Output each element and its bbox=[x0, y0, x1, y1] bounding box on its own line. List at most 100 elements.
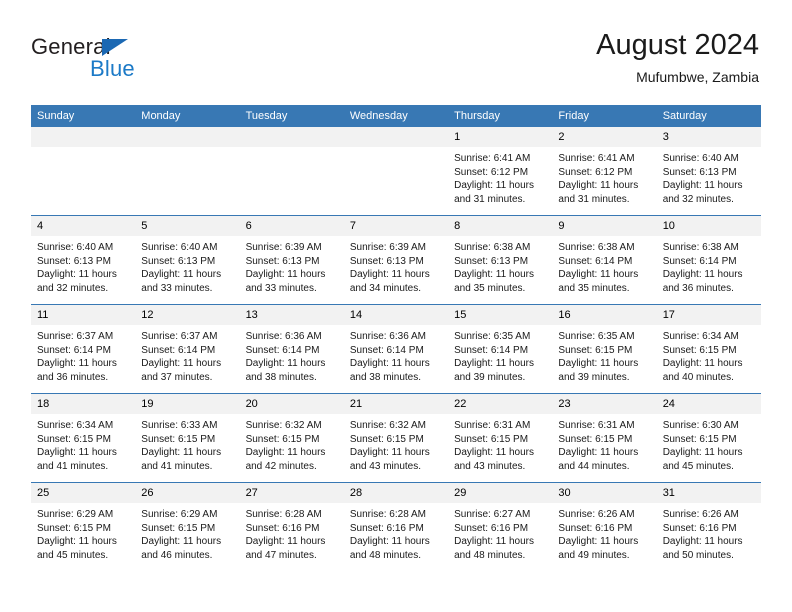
daylight-text-line1: Daylight: 11 hours bbox=[245, 447, 326, 459]
daylight-text-line1: Daylight: 11 hours bbox=[454, 447, 534, 459]
calendar-day-cell[interactable]: 15 Sunrise: 6:35 AM Sunset: 6:14 PM Dayligh… bbox=[448, 304, 553, 394]
calendar-day-cell[interactable]: 16 Sunrise: 6:35 AM Sunset: 6:15 PM Dayligh… bbox=[552, 304, 657, 394]
sunrise-text: Sunrise: 6:26 AM bbox=[662, 509, 739, 520]
day-details: Sunrise: 6:41 AM Sunset: 6:12 PM Daylight:… bbox=[552, 147, 656, 206]
day-number: 11 bbox=[31, 305, 136, 325]
day-number: 31 bbox=[656, 483, 761, 503]
calendar-day-cell[interactable]: 28 Sunrise: 6:28 AM Sunset: 6:16 PM Dayligh… bbox=[343, 482, 449, 571]
calendar-day-cell[interactable]: 17 Sunrise: 6:34 AM Sunset: 6:15 PM Dayligh… bbox=[656, 304, 761, 394]
day-details: Sunrise: 6:31 AM Sunset: 6:15 PM Daylight:… bbox=[448, 414, 552, 473]
sunrise-text: Sunrise: 6:35 AM bbox=[454, 331, 531, 342]
day-number: 15 bbox=[448, 305, 553, 325]
calendar-day-cell[interactable]: 30 Sunrise: 6:26 AM Sunset: 6:16 PM Dayligh… bbox=[552, 482, 657, 571]
calendar-day-cell[interactable]: 5 Sunrise: 6:40 AM Sunset: 6:13 PM Daylight… bbox=[135, 215, 240, 305]
calendar-day-cell-empty bbox=[135, 127, 240, 216]
calendar-day-cell[interactable]: 24 Sunrise: 6:30 AM Sunset: 6:15 PM Dayligh… bbox=[656, 393, 761, 483]
general-blue-logo[interactable]: General Blue bbox=[31, 34, 211, 86]
daylight-text-line2: and 36 minutes. bbox=[662, 282, 734, 294]
sunset-text: Sunset: 6:14 PM bbox=[558, 255, 633, 267]
sunrise-text: Sunrise: 6:34 AM bbox=[37, 420, 114, 431]
calendar-day-cell[interactable]: 21 Sunrise: 6:32 AM Sunset: 6:15 PM Dayligh… bbox=[343, 393, 449, 483]
calendar-day-cell[interactable]: 27 Sunrise: 6:28 AM Sunset: 6:16 PM Dayligh… bbox=[239, 482, 344, 571]
daylight-text-line1: Daylight: 11 hours bbox=[141, 269, 222, 281]
day-details: Sunrise: 6:32 AM Sunset: 6:15 PM Daylight:… bbox=[344, 414, 448, 473]
calendar-day-cell[interactable]: 11 Sunrise: 6:37 AM Sunset: 6:14 PM Dayligh… bbox=[31, 304, 136, 394]
calendar-day-cell[interactable]: 19 Sunrise: 6:33 AM Sunset: 6:15 PM Dayligh… bbox=[135, 393, 240, 483]
sunset-text: Sunset: 6:14 PM bbox=[454, 344, 529, 356]
daylight-text-line2: and 49 minutes. bbox=[558, 549, 630, 561]
sunrise-text: Sunrise: 6:40 AM bbox=[37, 242, 114, 253]
sunrise-text: Sunrise: 6:28 AM bbox=[245, 509, 322, 520]
day-details bbox=[344, 147, 448, 152]
sunset-text: Sunset: 6:13 PM bbox=[141, 255, 216, 267]
daylight-text-line2: and 48 minutes. bbox=[349, 549, 422, 561]
sunrise-text: Sunrise: 6:29 AM bbox=[141, 509, 218, 520]
daylight-text-line1: Daylight: 11 hours bbox=[558, 358, 639, 370]
calendar-day-cell[interactable]: 2 Sunrise: 6:41 AM Sunset: 6:12 PM Daylight… bbox=[552, 127, 657, 216]
daylight-text-line2: and 43 minutes. bbox=[349, 460, 422, 472]
calendar-day-cell[interactable]: 29 Sunrise: 6:27 AM Sunset: 6:16 PM Dayligh… bbox=[448, 482, 553, 571]
daylight-text-line2: and 44 minutes. bbox=[558, 460, 630, 472]
calendar-day-cell[interactable]: 4 Sunrise: 6:40 AM Sunset: 6:13 PM Daylight… bbox=[31, 215, 136, 305]
day-number: 22 bbox=[448, 394, 553, 414]
calendar-day-cell[interactable]: 31 Sunrise: 6:26 AM Sunset: 6:16 PM Dayligh… bbox=[656, 482, 761, 571]
sunset-text: Sunset: 6:13 PM bbox=[245, 255, 320, 267]
calendar-day-cell[interactable]: 26 Sunrise: 6:29 AM Sunset: 6:15 PM Dayligh… bbox=[135, 482, 240, 571]
calendar-day-cell[interactable]: 6 Sunrise: 6:39 AM Sunset: 6:13 PM Daylight… bbox=[239, 215, 344, 305]
sunset-text: Sunset: 6:16 PM bbox=[245, 522, 320, 534]
day-number: 23 bbox=[552, 394, 657, 414]
day-number: 26 bbox=[135, 483, 240, 503]
calendar-day-cell[interactable]: 3 Sunrise: 6:40 AM Sunset: 6:13 PM Daylight… bbox=[656, 127, 761, 216]
sunrise-text: Sunrise: 6:37 AM bbox=[141, 331, 218, 342]
daylight-text-line2: and 43 minutes. bbox=[454, 460, 526, 472]
calendar-day-cell[interactable]: 7 Sunrise: 6:39 AM Sunset: 6:13 PM Daylight… bbox=[343, 215, 449, 305]
day-number: 1 bbox=[448, 127, 553, 147]
day-details: Sunrise: 6:39 AM Sunset: 6:13 PM Daylight:… bbox=[344, 236, 448, 295]
calendar-day-cell[interactable]: 23 Sunrise: 6:31 AM Sunset: 6:15 PM Dayligh… bbox=[552, 393, 657, 483]
daylight-text-line2: and 32 minutes. bbox=[662, 193, 734, 205]
daylight-text-line2: and 33 minutes. bbox=[141, 282, 213, 294]
calendar-day-cell[interactable]: 8 Sunrise: 6:38 AM Sunset: 6:13 PM Daylight… bbox=[448, 215, 553, 305]
day-number: 10 bbox=[656, 216, 761, 236]
day-details: Sunrise: 6:28 AM Sunset: 6:16 PM Daylight:… bbox=[344, 503, 448, 562]
calendar-week-row: 1 Sunrise: 6:41 AM Sunset: 6:12 PM Daylight… bbox=[31, 127, 761, 216]
daylight-text-line2: and 42 minutes. bbox=[245, 460, 317, 472]
day-number: 27 bbox=[239, 483, 344, 503]
day-number: 18 bbox=[31, 394, 136, 414]
daylight-text-line2: and 32 minutes. bbox=[37, 282, 109, 294]
day-details: Sunrise: 6:29 AM Sunset: 6:15 PM Daylight:… bbox=[31, 503, 135, 562]
day-details: Sunrise: 6:38 AM Sunset: 6:14 PM Daylight:… bbox=[552, 236, 656, 295]
daylight-text-line1: Daylight: 11 hours bbox=[558, 180, 639, 192]
calendar-day-cell[interactable]: 18 Sunrise: 6:34 AM Sunset: 6:15 PM Dayligh… bbox=[31, 393, 136, 483]
day-details: Sunrise: 6:28 AM Sunset: 6:16 PM Daylight:… bbox=[240, 503, 344, 562]
daylight-text-line2: and 38 minutes. bbox=[245, 371, 317, 383]
calendar-day-cell[interactable]: 10 Sunrise: 6:38 AM Sunset: 6:14 PM Dayligh… bbox=[656, 215, 761, 305]
calendar-day-cell-empty bbox=[239, 127, 344, 216]
weekday-header-saturday: Saturday bbox=[656, 105, 761, 127]
sunset-text: Sunset: 6:15 PM bbox=[662, 433, 737, 445]
calendar-day-cell[interactable]: 1 Sunrise: 6:41 AM Sunset: 6:12 PM Daylight… bbox=[448, 127, 553, 216]
daylight-text-line1: Daylight: 11 hours bbox=[454, 358, 534, 370]
daylight-text-line2: and 48 minutes. bbox=[454, 549, 526, 561]
sunrise-text: Sunrise: 6:31 AM bbox=[558, 420, 635, 431]
day-details: Sunrise: 6:40 AM Sunset: 6:13 PM Daylight:… bbox=[31, 236, 135, 295]
daylight-text-line1: Daylight: 11 hours bbox=[37, 447, 117, 459]
sunrise-text: Sunrise: 6:37 AM bbox=[37, 331, 114, 342]
day-details: Sunrise: 6:38 AM Sunset: 6:14 PM Daylight:… bbox=[657, 236, 761, 295]
sunrise-text: Sunrise: 6:32 AM bbox=[349, 420, 426, 431]
calendar-day-cell[interactable]: 13 Sunrise: 6:36 AM Sunset: 6:14 PM Dayligh… bbox=[239, 304, 344, 394]
calendar-day-cell[interactable]: 9 Sunrise: 6:38 AM Sunset: 6:14 PM Daylight… bbox=[552, 215, 657, 305]
sunset-text: Sunset: 6:15 PM bbox=[662, 344, 737, 356]
calendar-day-cell[interactable]: 20 Sunrise: 6:32 AM Sunset: 6:15 PM Dayligh… bbox=[239, 393, 344, 483]
day-number: 28 bbox=[343, 483, 449, 503]
day-details: Sunrise: 6:40 AM Sunset: 6:13 PM Daylight:… bbox=[135, 236, 239, 295]
day-number: 13 bbox=[239, 305, 344, 325]
calendar-day-cell[interactable]: 22 Sunrise: 6:31 AM Sunset: 6:15 PM Dayligh… bbox=[448, 393, 553, 483]
calendar-day-cell[interactable]: 12 Sunrise: 6:37 AM Sunset: 6:14 PM Dayligh… bbox=[135, 304, 240, 394]
day-number: 9 bbox=[552, 216, 657, 236]
sunrise-text: Sunrise: 6:36 AM bbox=[245, 331, 322, 342]
calendar-day-cell[interactable]: 25 Sunrise: 6:29 AM Sunset: 6:15 PM Dayligh… bbox=[31, 482, 136, 571]
calendar-day-cell[interactable]: 14 Sunrise: 6:36 AM Sunset: 6:14 PM Dayligh… bbox=[343, 304, 449, 394]
sunset-text: Sunset: 6:15 PM bbox=[37, 433, 111, 445]
day-details: Sunrise: 6:35 AM Sunset: 6:14 PM Daylight:… bbox=[448, 325, 552, 384]
